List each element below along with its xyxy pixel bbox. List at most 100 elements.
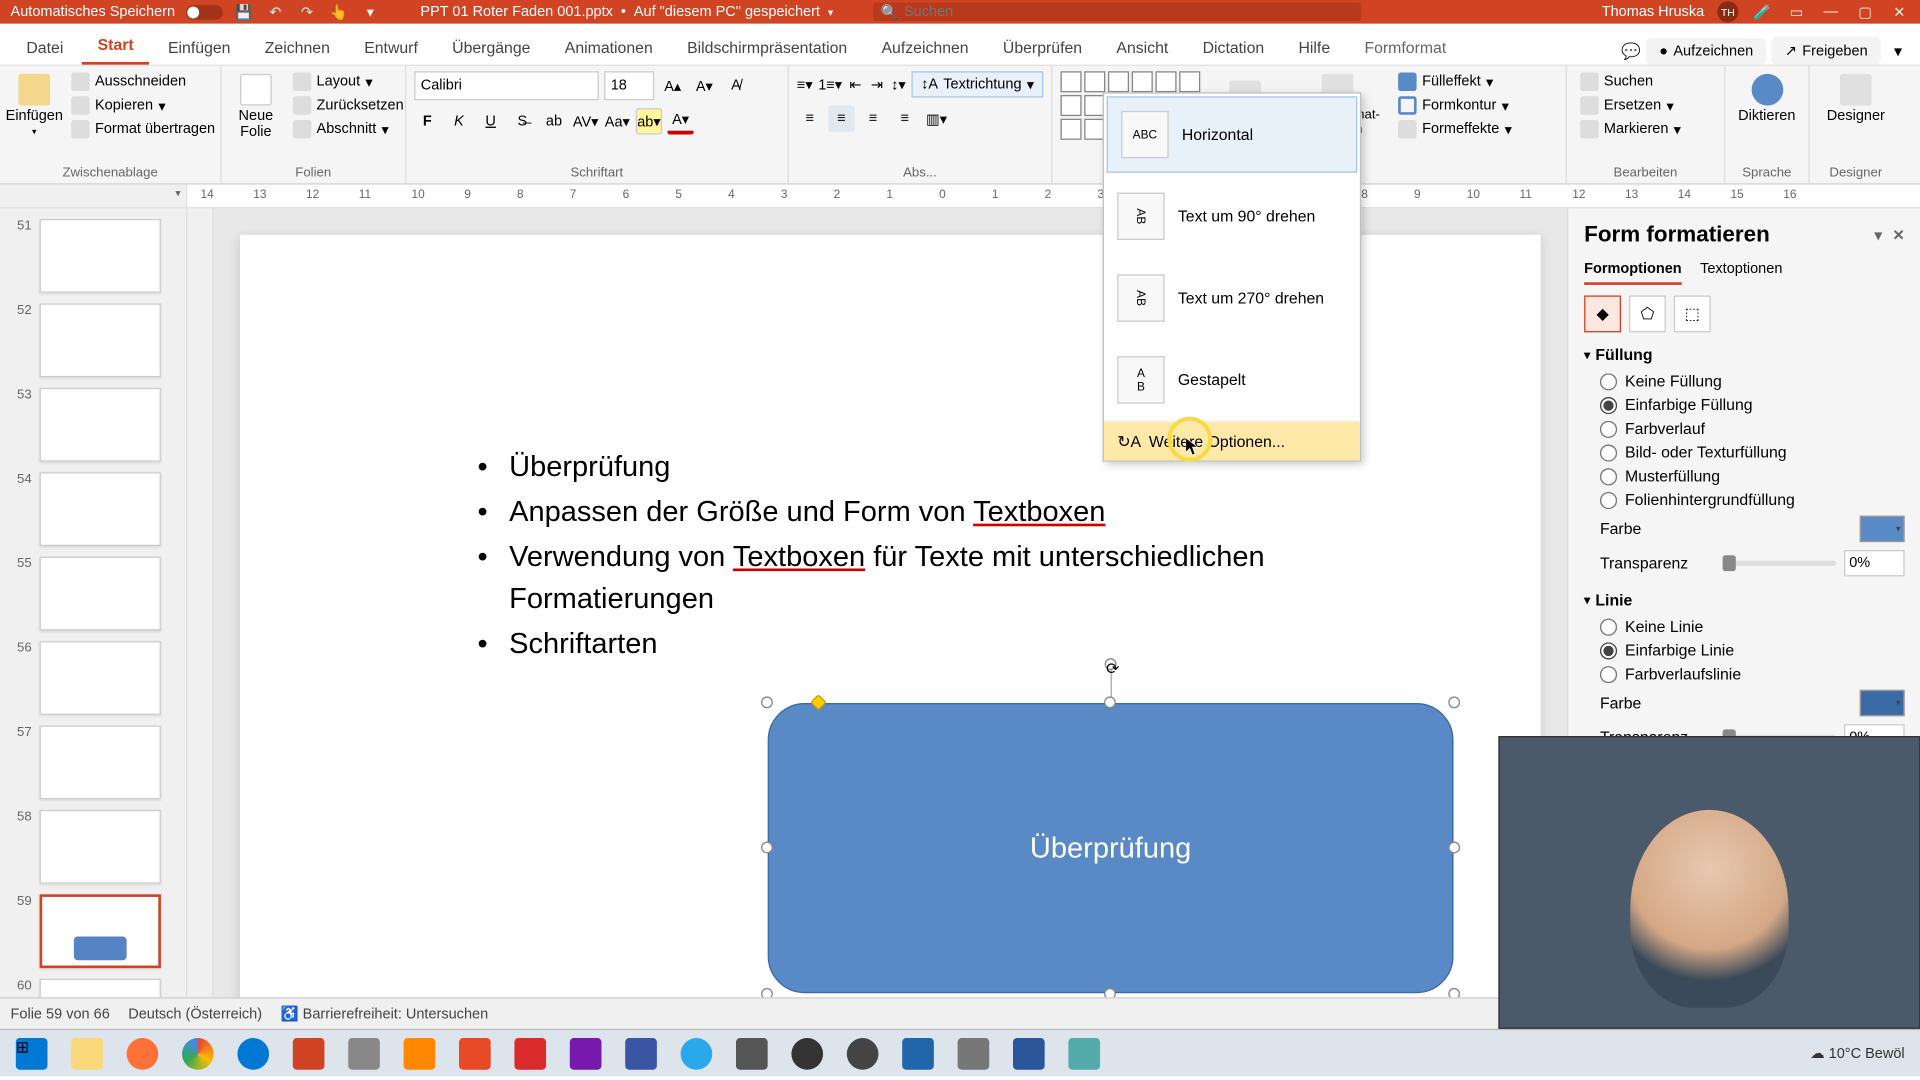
telegram-icon[interactable] (670, 1032, 723, 1074)
app-icon-1[interactable] (338, 1032, 391, 1074)
autosave-toggle[interactable] (186, 5, 223, 20)
txtdir-horizontal[interactable]: ABCHorizontal (1107, 96, 1358, 173)
size-icon[interactable]: ⬚ (1674, 295, 1711, 332)
fill-option-1[interactable]: Einfarbige Füllung (1584, 393, 1905, 417)
slide-thumb-55[interactable]: 55 (0, 551, 186, 635)
share-button[interactable]: ↗ Freigeben (1772, 37, 1881, 65)
select-button[interactable]: Markieren ▾ (1575, 119, 1716, 140)
tab-einfuegen[interactable]: Einfügen (152, 30, 246, 64)
slide-thumbnails-panel[interactable]: 51525354555657585960616263 (0, 208, 187, 997)
bullet-list[interactable]: ÜberprüfungAnpassen der Größe und Form v… (477, 446, 1400, 667)
dictate-button[interactable]: Diktieren (1733, 71, 1800, 126)
fontcolor-button[interactable]: A▾ (667, 108, 693, 134)
app-icon-2[interactable] (448, 1032, 501, 1074)
slide-thumb-53[interactable]: 53 (0, 383, 186, 467)
reset-button[interactable]: Zurücksetzen (288, 95, 409, 116)
numbering-button[interactable]: 1≡▾ (818, 71, 842, 97)
txtdir-more-options[interactable]: ↻A Weitere Optionen... (1104, 421, 1360, 461)
tab-ansicht[interactable]: Ansicht (1101, 30, 1185, 64)
fill-option-0[interactable]: Keine Füllung (1584, 369, 1905, 393)
slide-thumb-58[interactable]: 58 (0, 805, 186, 889)
copy-button[interactable]: Kopieren ▾ (66, 95, 220, 116)
user-avatar[interactable]: TH (1717, 1, 1738, 22)
fill-transparency-slider[interactable] (1722, 561, 1836, 566)
app-icon-6[interactable] (892, 1032, 945, 1074)
formatpainter-button[interactable]: Format übertragen (66, 119, 220, 140)
clear-format-icon[interactable]: A̸ (723, 73, 749, 99)
paste-button[interactable]: Einfügen▾ (8, 71, 61, 140)
bullets-button[interactable]: ≡▾ (797, 71, 813, 97)
highlight-button[interactable]: ab▾ (636, 108, 662, 134)
shape-text[interactable]: Überprüfung (1030, 831, 1191, 865)
txtdir-rot270[interactable]: ABText um 270° drehen (1104, 257, 1360, 339)
resize-handle-nw[interactable] (761, 696, 773, 708)
slide-thumb-51[interactable]: 51 (0, 214, 186, 298)
fill-option-4[interactable]: Musterfüllung (1584, 464, 1905, 488)
resize-handle-e[interactable] (1448, 842, 1460, 854)
filleffect-button[interactable]: Fülleffekt ▾ (1393, 71, 1517, 92)
resize-handle-s[interactable] (1104, 988, 1116, 997)
minimize-icon[interactable]: — (1820, 1, 1841, 22)
firefox-icon[interactable] (116, 1032, 169, 1074)
explorer-icon[interactable] (61, 1032, 114, 1074)
spacing-button[interactable]: AV▾ (572, 108, 598, 134)
contour-button[interactable]: Formkontur ▾ (1393, 95, 1517, 116)
line-option-1[interactable]: Einfarbige Linie (1584, 638, 1905, 662)
ribbonmode-icon[interactable]: ▭ (1786, 1, 1807, 22)
case-button[interactable]: Aa▾ (604, 108, 630, 134)
pane-dropdown-icon[interactable]: ▾ (1875, 226, 1882, 243)
tab-aufzeichnen[interactable]: Aufzeichnen (866, 30, 985, 64)
slide-thumb-57[interactable]: 57 (0, 720, 186, 804)
tab-dictation[interactable]: Dictation (1187, 30, 1280, 64)
horizontal-ruler[interactable]: 1413121110987654321012345678910111213141… (187, 185, 1920, 207)
designer-button[interactable]: Designer (1818, 71, 1895, 126)
align-right-icon[interactable]: ≡ (860, 106, 886, 132)
start-button[interactable]: ⊞ (5, 1032, 58, 1074)
line-section-header[interactable]: Linie (1584, 591, 1905, 609)
accessibility-status[interactable]: ♿ Barrierefreiheit: Untersuchen (281, 1005, 489, 1022)
tab-datei[interactable]: Datei (11, 30, 80, 64)
linespace-icon[interactable]: ↕▾ (890, 71, 906, 97)
fill-section-header[interactable]: Füllung (1584, 346, 1905, 364)
indent-inc-icon[interactable]: ⇥ (869, 71, 885, 97)
bold-button[interactable]: F (414, 108, 440, 134)
search-box[interactable]: 🔍 (873, 3, 1361, 21)
app-icon-5[interactable] (836, 1032, 889, 1074)
qat-more-icon[interactable]: ▾ (360, 1, 381, 22)
font-size-select[interactable] (604, 71, 654, 100)
rotate-handle[interactable]: ⟳ (1105, 658, 1117, 670)
chrome-icon[interactable] (171, 1032, 224, 1074)
layout-button[interactable]: Layout ▾ (288, 71, 409, 92)
save-icon[interactable]: 💾 (233, 1, 254, 22)
fill-color-picker[interactable] (1860, 516, 1905, 542)
resize-handle-ne[interactable] (1448, 696, 1460, 708)
shadow-button[interactable]: ab (541, 108, 567, 134)
newslide-button[interactable]: Neue Folie (230, 71, 283, 142)
shrink-font-icon[interactable]: A▾ (691, 73, 717, 99)
file-name[interactable]: PPT 01 Roter Faden 001.pptx (420, 4, 613, 20)
collapse-ribbon-icon[interactable]: ▾ (1886, 42, 1910, 60)
touchmode-icon[interactable]: 👆 (328, 1, 349, 22)
vlc-icon[interactable] (393, 1032, 446, 1074)
tab-uebergaenge[interactable]: Übergänge (436, 30, 546, 64)
slide-thumb-59[interactable]: 59 (0, 889, 186, 973)
slide-thumb-52[interactable]: 52 (0, 298, 186, 382)
align-left-icon[interactable]: ≡ (797, 106, 823, 132)
selected-shape[interactable]: ⟳ Überprüfung (768, 703, 1454, 993)
powerpoint-icon[interactable] (282, 1032, 335, 1074)
ruler-toggle-icon[interactable]: ▾ (175, 187, 180, 199)
section-button[interactable]: Abschnitt ▾ (288, 119, 409, 140)
line-option-2[interactable]: Farbverlaufslinie (1584, 662, 1905, 686)
tab-zeichnen[interactable]: Zeichnen (249, 30, 346, 64)
italic-button[interactable]: K (446, 108, 472, 134)
tryit-icon[interactable]: 🧪 (1752, 1, 1773, 22)
find-button[interactable]: Suchen (1575, 71, 1716, 92)
app-icon-7[interactable] (947, 1032, 1000, 1074)
tab-entwurf[interactable]: Entwurf (348, 30, 433, 64)
tab-start[interactable]: Start (82, 28, 150, 65)
record-button[interactable]: ● Aufzeichnen (1646, 38, 1766, 64)
txtdir-stacked[interactable]: ABGestapelt (1104, 339, 1360, 421)
bullet-item[interactable]: Schriftarten (477, 622, 1400, 664)
tab-hilfe[interactable]: Hilfe (1283, 30, 1346, 64)
fill-transparency-input[interactable] (1844, 550, 1905, 576)
